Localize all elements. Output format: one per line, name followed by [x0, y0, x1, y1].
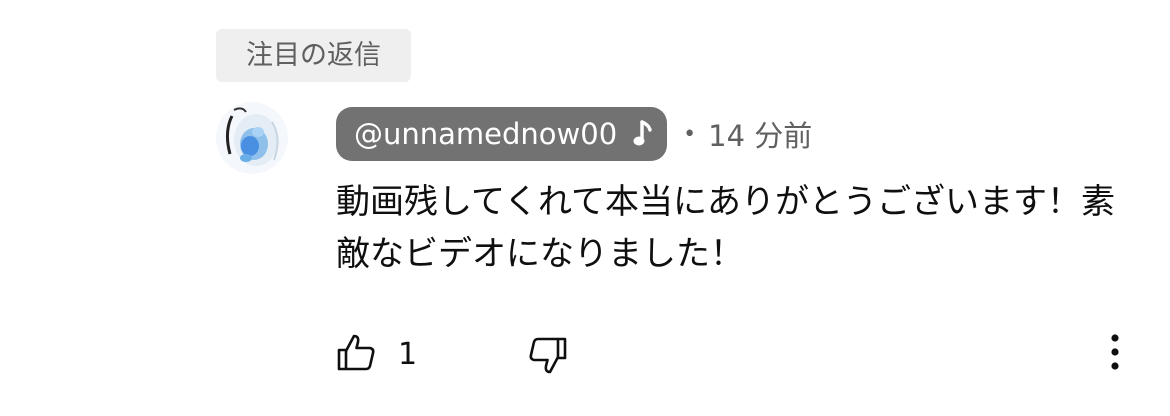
like-count: 1 — [398, 336, 418, 372]
dislike-button[interactable] — [528, 330, 568, 386]
thumbs-down-icon — [528, 336, 568, 380]
comment-header: @unnamednow00 • 14 分前 — [336, 107, 812, 161]
comment-action-bar: 1 — [336, 326, 1136, 382]
separator-dot: • — [683, 121, 697, 147]
thumbs-up-icon — [336, 332, 376, 376]
more-actions-button[interactable] — [1100, 332, 1130, 376]
like-button[interactable]: 1 — [336, 326, 417, 382]
author-name: @unnamednow00 — [354, 117, 618, 151]
more-vert-icon — [1110, 332, 1120, 376]
music-note-icon — [633, 120, 653, 148]
avatar-image — [216, 102, 288, 174]
comment-timestamp: 14 分前 — [708, 119, 813, 153]
comment-text: 動画残してくれて本当にありがとうございます！素敵なビデオになりました！ — [336, 182, 1115, 274]
pinned-reply-label: 注目の返信 — [216, 29, 411, 82]
avatar[interactable] — [216, 102, 288, 174]
author-chip[interactable]: @unnamednow00 — [336, 107, 668, 161]
